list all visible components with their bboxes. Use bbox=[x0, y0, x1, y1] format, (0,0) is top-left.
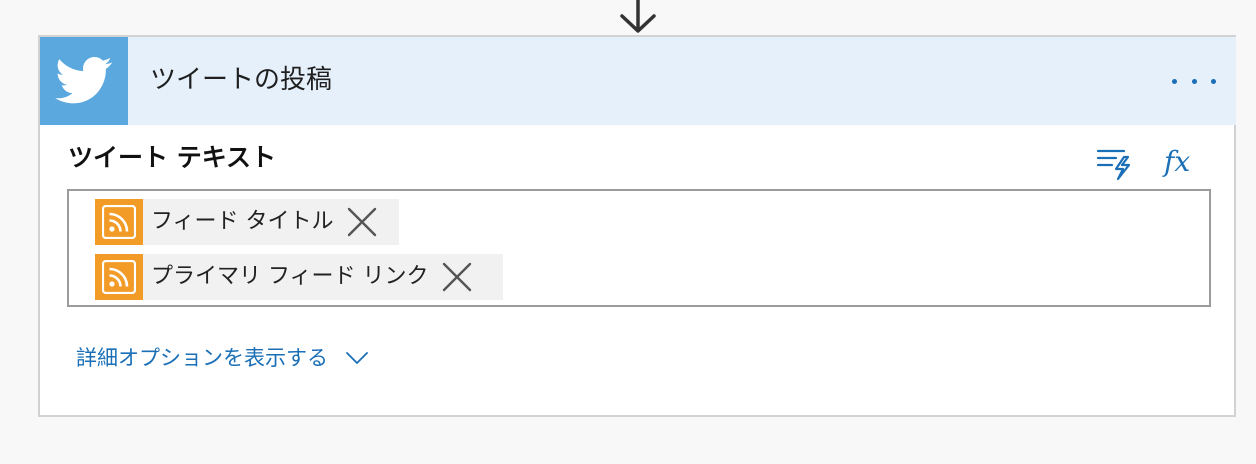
field-label-tweet-text: ツイート テキスト bbox=[68, 143, 276, 172]
chevron-down-icon bbox=[346, 352, 368, 364]
menu-dot bbox=[1172, 78, 1177, 84]
dynamic-content-token[interactable]: フィード タイトル bbox=[95, 199, 399, 245]
card-header[interactable]: ツイートの投稿 bbox=[40, 37, 1236, 125]
rss-icon bbox=[95, 199, 143, 245]
token-label: フィード タイトル bbox=[151, 209, 334, 234]
rss-glyph bbox=[102, 205, 136, 239]
show-advanced-options-link[interactable]: 詳細オプションを表示する bbox=[76, 343, 368, 373]
advanced-options-label: 詳細オプションを表示する bbox=[76, 346, 328, 370]
dynamic-content-icon[interactable] bbox=[1096, 145, 1132, 181]
action-card-post-tweet: ツイートの投稿 ツイート テキスト fx フィード タイトル プライマリ フィー… bbox=[38, 35, 1236, 417]
expression-fx-button[interactable]: fx bbox=[1164, 143, 1200, 181]
twitter-icon-tile bbox=[40, 37, 128, 125]
menu-dot bbox=[1211, 78, 1216, 84]
close-icon[interactable] bbox=[439, 259, 475, 295]
rss-icon bbox=[95, 254, 143, 300]
arrow-down-icon bbox=[620, 0, 656, 33]
rss-glyph bbox=[102, 260, 136, 294]
card-title: ツイートの投稿 bbox=[150, 65, 333, 95]
dynamic-content-token[interactable]: プライマリ フィード リンク bbox=[95, 254, 503, 300]
twitter-bird-icon bbox=[55, 57, 112, 104]
close-icon[interactable] bbox=[344, 204, 380, 240]
menu-dot bbox=[1191, 78, 1197, 84]
tweet-text-input[interactable]: フィード タイトル プライマリ フィード リンク bbox=[67, 189, 1211, 307]
token-label: プライマリ フィード リンク bbox=[151, 264, 429, 289]
more-options-icon[interactable] bbox=[1172, 71, 1216, 91]
